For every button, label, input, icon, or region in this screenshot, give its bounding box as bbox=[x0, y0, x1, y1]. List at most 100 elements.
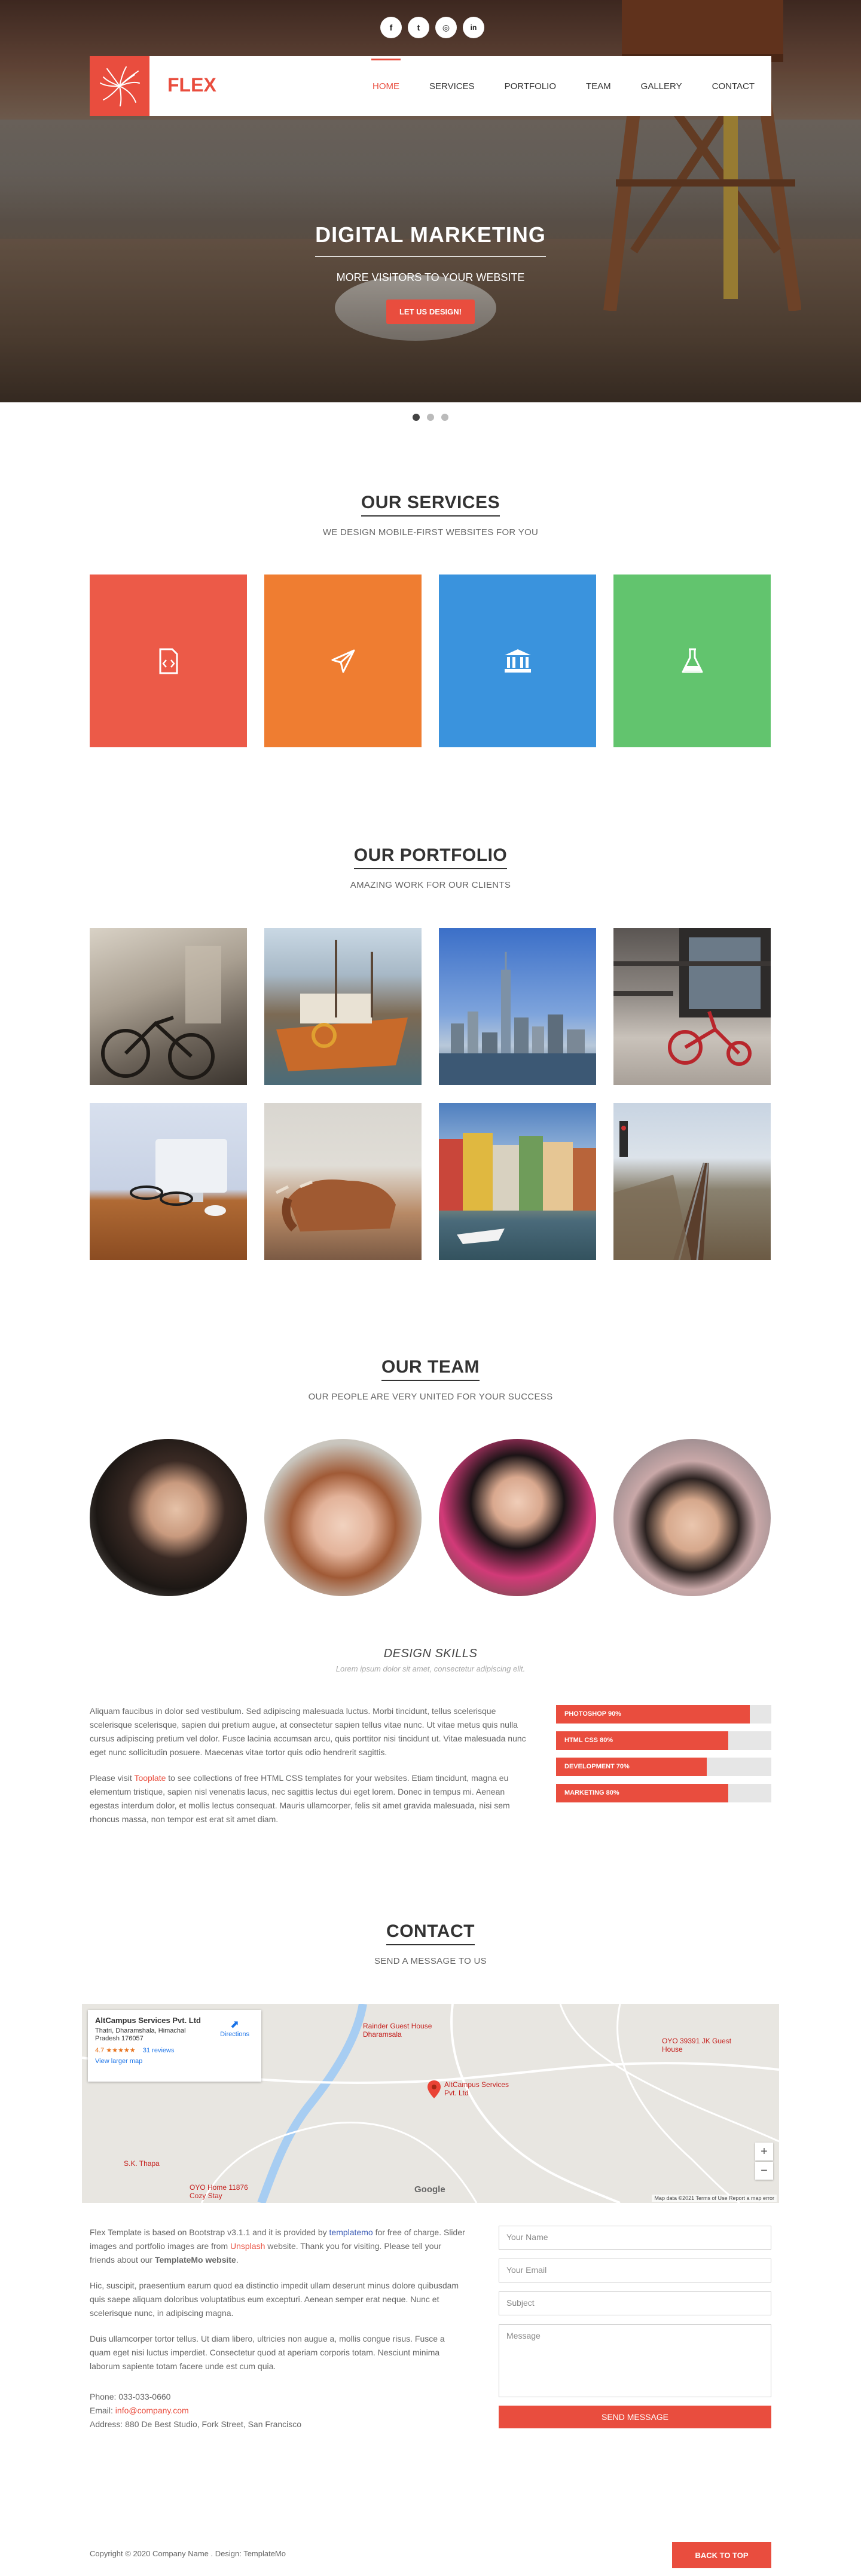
view-larger-map-link[interactable]: View larger map bbox=[95, 2058, 254, 2065]
nav-item-gallery[interactable]: GALLERY bbox=[641, 81, 682, 91]
team-member-2-avatar[interactable] bbox=[264, 1439, 422, 1596]
contact-email-link[interactable]: info@company.com bbox=[115, 2406, 189, 2415]
services-subtitle: WE DESIGN MOBILE-FIRST WEBSITES FOR YOU bbox=[322, 527, 539, 537]
portfolio-item-city-skyline[interactable] bbox=[439, 928, 596, 1085]
send-message-button[interactable]: SEND MESSAGE bbox=[499, 2406, 771, 2428]
twitter-icon[interactable]: t bbox=[408, 17, 429, 38]
portfolio-item-boats[interactable] bbox=[264, 928, 422, 1085]
brand-logo[interactable] bbox=[90, 56, 149, 116]
social-links: f t ◎ in bbox=[380, 17, 484, 38]
skill-bar: PHOTOSHOP 90% bbox=[556, 1705, 771, 1724]
portfolio-item-railway[interactable] bbox=[613, 1103, 771, 1260]
map-poi-label: Rainder Guest House Dharamsala bbox=[363, 2022, 432, 2039]
portfolio-item-tricycle[interactable] bbox=[613, 928, 771, 1085]
skill-bar-label: MARKETING 80% bbox=[564, 1789, 619, 1796]
back-to-top-button[interactable]: BACK TO TOP bbox=[672, 2542, 771, 2568]
slider-dot-2[interactable] bbox=[427, 414, 434, 421]
linkedin-icon[interactable]: in bbox=[463, 17, 484, 38]
skyline-photo bbox=[439, 952, 596, 1085]
let-us-design-button[interactable]: LET US DESIGN! bbox=[386, 300, 475, 324]
nav-item-team[interactable]: TEAM bbox=[586, 81, 611, 91]
hero-subtitle: MORE VISITORS TO YOUR WEBSITE bbox=[336, 271, 525, 283]
contact-email-label: Email: bbox=[90, 2406, 115, 2415]
contact-paragraph-3: Duis ullamcorper tortor tellus. Ut diam … bbox=[90, 2334, 445, 2371]
contact-address: Address: 880 De Best Studio, Fork Street… bbox=[90, 2419, 302, 2429]
map-place-address: Thatri, Dharamshala, Himachal Pradesh 17… bbox=[95, 2027, 186, 2042]
unsplash-link[interactable]: Unsplash bbox=[230, 2241, 265, 2251]
message-textarea[interactable]: Message bbox=[499, 2324, 771, 2397]
map-zoom-out-button[interactable]: − bbox=[755, 2162, 773, 2180]
flask-icon bbox=[682, 648, 703, 673]
paper-plane-icon bbox=[331, 649, 355, 673]
map-poi-label: OYO 39391 JK Guest House bbox=[662, 2037, 732, 2054]
map-rating-stars: 4.7 ★★★★★ bbox=[95, 2047, 136, 2054]
nav-item-portfolio[interactable]: PORTFOLIO bbox=[505, 81, 556, 91]
contact-description: Flex Template is based on Bootstrap v3.1… bbox=[90, 2226, 466, 2431]
starburst-logo-icon bbox=[100, 66, 140, 106]
templatemo-website-text: TemplateMo website bbox=[154, 2255, 236, 2265]
skill-bars: PHOTOSHOP 90% HTML CSS 80% DEVELOPMENT 7… bbox=[556, 1705, 771, 1810]
design-skills-heading: DESIGN SKILLS Lorem ipsum dolor sit amet… bbox=[0, 1647, 861, 1673]
nav-item-contact[interactable]: CONTACT bbox=[712, 81, 755, 91]
nav-item-services[interactable]: SERVICES bbox=[429, 81, 475, 91]
portfolio-title: OUR PORTFOLIO bbox=[353, 845, 508, 869]
service-tile-code[interactable] bbox=[90, 575, 247, 747]
slider-dot-3[interactable] bbox=[441, 414, 448, 421]
map-reviews-link[interactable]: 31 reviews bbox=[143, 2047, 175, 2054]
team-member-4-avatar[interactable] bbox=[613, 1439, 771, 1596]
skills-p2-text: Please visit bbox=[90, 1773, 135, 1783]
name-input[interactable]: Your Name bbox=[499, 2226, 771, 2250]
portfolio-item-canal-houses[interactable] bbox=[439, 1103, 596, 1260]
map-poi-label: S.K. Thapa bbox=[124, 2159, 160, 2168]
contact-paragraph-2: Hic, suscipit, praesentium earum quod ea… bbox=[90, 2281, 459, 2318]
subject-input[interactable]: Subject bbox=[499, 2291, 771, 2315]
code-file-icon bbox=[159, 648, 178, 674]
skill-bar: DEVELOPMENT 70% bbox=[556, 1758, 771, 1776]
tricycle-photo bbox=[613, 928, 771, 1066]
skills-subtitle: Lorem ipsum dolor sit amet, consectetur … bbox=[335, 1664, 526, 1673]
contact-form: Your Name Your Email Subject Message SEN… bbox=[499, 2226, 771, 2428]
slider-dot-1[interactable] bbox=[413, 414, 420, 421]
brand-name[interactable]: FLEX bbox=[167, 74, 216, 96]
skills-description: Aliquam faucibus in dolor sed vestibulum… bbox=[90, 1704, 535, 1838]
nav-menu: HOME SERVICES PORTFOLIO TEAM GALLERY CON… bbox=[371, 56, 755, 116]
hero-title: DIGITAL MARKETING bbox=[315, 222, 546, 257]
bicycle-photo bbox=[101, 946, 221, 1080]
services-title: OUR SERVICES bbox=[361, 493, 500, 517]
service-tile-bank[interactable] bbox=[439, 575, 596, 747]
skills-paragraph-2: Please visit Tooplate to see collections… bbox=[90, 1771, 535, 1826]
slider-dots bbox=[413, 414, 448, 421]
facebook-icon[interactable]: f bbox=[380, 17, 402, 38]
templatemo-link[interactable]: templatemo bbox=[329, 2227, 373, 2237]
skills-paragraph-1: Aliquam faucibus in dolor sed vestibulum… bbox=[90, 1706, 526, 1757]
hero-caption: DIGITAL MARKETING MORE VISITORS TO YOUR … bbox=[0, 222, 861, 324]
service-tile-send[interactable] bbox=[264, 575, 422, 747]
team-subtitle: OUR PEOPLE ARE VERY UNITED FOR YOUR SUCC… bbox=[308, 1392, 553, 1402]
map-place-card: AltCampus Services Pvt. Ltd Thatri, Dhar… bbox=[88, 2010, 261, 2082]
email-input[interactable]: Your Email bbox=[499, 2259, 771, 2282]
team-member-1-avatar[interactable] bbox=[90, 1439, 247, 1596]
team-member-3-avatar[interactable] bbox=[439, 1439, 596, 1596]
desk-photo bbox=[130, 1139, 227, 1216]
dribbble-icon[interactable]: ◎ bbox=[435, 17, 457, 38]
portfolio-item-highland-cow[interactable] bbox=[264, 1103, 422, 1260]
services-tiles bbox=[90, 575, 771, 747]
skill-bar-label: PHOTOSHOP 90% bbox=[564, 1710, 621, 1718]
skill-bar-label: HTML CSS 80% bbox=[564, 1737, 613, 1744]
map-zoom-in-button[interactable]: + bbox=[755, 2143, 773, 2161]
portfolio-item-street-bikes[interactable] bbox=[90, 928, 247, 1085]
map-directions-button[interactable]: ⬈ Directions bbox=[220, 2018, 249, 2038]
map-rating: 4.7 ★★★★★ 31 reviews bbox=[95, 2046, 254, 2054]
team-members bbox=[90, 1439, 771, 1596]
portfolio-item-desk-glasses[interactable] bbox=[90, 1103, 247, 1260]
skill-bar: MARKETING 80% bbox=[556, 1784, 771, 1802]
nav-item-home[interactable]: HOME bbox=[371, 58, 401, 91]
tooplate-link[interactable]: Tooplate bbox=[134, 1773, 166, 1783]
contact-title: CONTACT bbox=[386, 1921, 475, 1945]
service-tile-lab[interactable] bbox=[613, 575, 771, 747]
footer-copyright: Copyright © 2020 Company Name . Design: … bbox=[90, 2549, 286, 2558]
map-attribution[interactable]: Map data ©2021 Terms of Use Report a map… bbox=[652, 2195, 777, 2202]
map-marker-icon[interactable] bbox=[428, 2080, 441, 2098]
google-map[interactable]: AltCampus Services Pvt. Ltd Thatri, Dhar… bbox=[82, 2004, 779, 2203]
directions-label: Directions bbox=[220, 2031, 249, 2038]
